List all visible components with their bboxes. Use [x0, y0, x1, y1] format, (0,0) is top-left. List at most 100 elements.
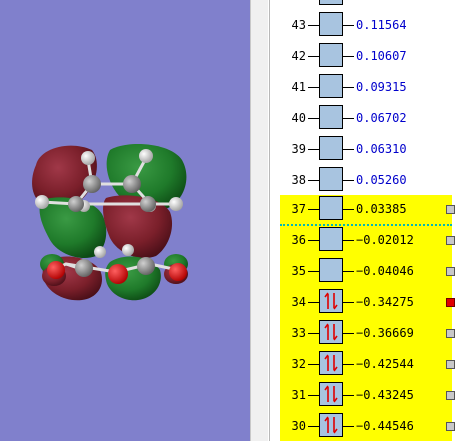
- orbital-box[interactable]: [319, 167, 343, 191]
- hydrogen-atom: [94, 246, 106, 258]
- orbital-box[interactable]: [319, 0, 343, 5]
- orbital-energy: 0.06310: [356, 142, 407, 156]
- orbital-box[interactable]: [319, 413, 343, 437]
- level-line: [343, 209, 354, 210]
- orbital-select-checkbox[interactable]: [446, 360, 455, 369]
- level-line: [343, 395, 354, 396]
- orbital-index: 31: [291, 388, 306, 402]
- oxygen-atom: [47, 261, 65, 279]
- orbital-box[interactable]: [319, 258, 343, 282]
- orbital-row-41[interactable]: 41 0.09315: [280, 73, 452, 101]
- orbital-index: 32: [291, 357, 306, 371]
- electron-pair-icon: [324, 354, 338, 372]
- level-line: [308, 25, 319, 26]
- orbital-index: 42: [291, 49, 306, 63]
- level-line: [308, 118, 319, 119]
- orbital-row-37[interactable]: 37 0.03385: [280, 195, 452, 226]
- orbital-select-checkbox[interactable]: [446, 298, 455, 307]
- level-line: [308, 87, 319, 88]
- orbital-energy: −0.02012: [356, 233, 414, 247]
- orbital-box[interactable]: [319, 289, 343, 313]
- orbital-index: 36: [291, 233, 306, 247]
- orbital-index: 33: [291, 326, 306, 340]
- molecule-viewer[interactable]: [0, 0, 250, 441]
- level-line: [308, 240, 319, 241]
- electron-pair-icon: [324, 292, 338, 310]
- orbital-box[interactable]: [319, 136, 343, 160]
- orbital-index: 39: [291, 142, 306, 156]
- orbital-box[interactable]: [319, 105, 343, 129]
- orbital-row-40[interactable]: 40 0.06702: [280, 104, 452, 132]
- orbital-energy: 0.05260: [356, 173, 407, 187]
- orbital-box[interactable]: [319, 74, 343, 98]
- level-line: [343, 25, 354, 26]
- oxygen-atom: [169, 263, 187, 281]
- electron-pair-icon: [324, 385, 338, 403]
- carbon-atom: [140, 196, 156, 212]
- orbital-row-30[interactable]: 30 −0.44546: [280, 412, 452, 441]
- level-line: [308, 302, 319, 303]
- carbon-atom: [123, 175, 141, 193]
- level-line: [308, 333, 319, 334]
- mo-diagram-panel[interactable]: 43 0.11564 42 0.10607 41 0.09315 40 0.06702 39 0.…: [270, 0, 464, 441]
- orbital-select-checkbox[interactable]: [446, 391, 455, 400]
- level-line: [308, 364, 319, 365]
- level-line: [308, 56, 319, 57]
- orbital-row-42[interactable]: 42 0.10607: [280, 42, 452, 70]
- level-line: [343, 56, 354, 57]
- orbital-select-checkbox[interactable]: [446, 267, 455, 276]
- orbital-row-35[interactable]: 35 −0.04046: [280, 257, 452, 288]
- orbital-index: 43: [291, 18, 306, 32]
- level-line: [308, 180, 319, 181]
- carbon-atom: [68, 196, 84, 212]
- orbital-box[interactable]: [319, 43, 343, 67]
- orbital-row-43[interactable]: 43 0.11564: [280, 11, 452, 39]
- hydrogen-atom: [169, 197, 183, 211]
- hydrogen-atom: [139, 149, 153, 163]
- carbon-atom: [75, 259, 93, 277]
- orbital-row-39[interactable]: 39 0.06310: [280, 135, 452, 163]
- orbital-box[interactable]: [319, 12, 343, 36]
- orbital-row-33[interactable]: 33 −0.36669: [280, 319, 452, 350]
- orbital-box[interactable]: [319, 351, 343, 375]
- orbital-render: [32, 144, 188, 301]
- orbital-box[interactable]: [319, 382, 343, 406]
- carbon-atom: [137, 257, 155, 275]
- orbital-energy: 0.11564: [356, 18, 407, 32]
- electron-pair-icon: [324, 323, 338, 341]
- level-line: [308, 209, 319, 210]
- orbital-index: 35: [291, 264, 306, 278]
- homo-lumo-separator: [280, 224, 452, 226]
- orbital-select-checkbox[interactable]: [446, 329, 455, 338]
- hydrogen-atom: [81, 151, 95, 165]
- orbital-energy: −0.36669: [356, 326, 414, 340]
- orbital-box[interactable]: [319, 320, 343, 344]
- level-line: [308, 426, 319, 427]
- orbital-select-checkbox[interactable]: [446, 422, 455, 431]
- orbital-index: 38: [291, 173, 306, 187]
- level-line: [343, 149, 354, 150]
- orbital-box[interactable]: [319, 196, 343, 220]
- level-line: [343, 333, 354, 334]
- splitter[interactable]: [250, 0, 268, 441]
- orbital-row-36[interactable]: 36 −0.02012: [280, 226, 452, 257]
- level-line: [343, 87, 354, 88]
- orbital-select-checkbox[interactable]: [446, 236, 455, 245]
- carbon-atom: [83, 175, 101, 193]
- level-line: [308, 271, 319, 272]
- orbital-row-31[interactable]: 31 −0.43245: [280, 381, 452, 412]
- orbital-index: 41: [291, 80, 306, 94]
- orbital-select-checkbox[interactable]: [446, 205, 455, 214]
- orbital-index: 34: [291, 295, 306, 309]
- oxygen-atom: [108, 264, 128, 284]
- orbital-row-32[interactable]: 32 −0.42544: [280, 350, 452, 381]
- level-line: [343, 364, 354, 365]
- orbital-row-38[interactable]: 38 0.05260: [280, 166, 452, 194]
- orbital-box[interactable]: [319, 227, 343, 251]
- orbital-energy: 0.10607: [356, 49, 407, 63]
- level-line: [343, 240, 354, 241]
- level-line: [343, 426, 354, 427]
- level-line: [308, 149, 319, 150]
- hydrogen-atom: [122, 244, 134, 256]
- orbital-row-34[interactable]: 34 −0.34275: [280, 288, 452, 319]
